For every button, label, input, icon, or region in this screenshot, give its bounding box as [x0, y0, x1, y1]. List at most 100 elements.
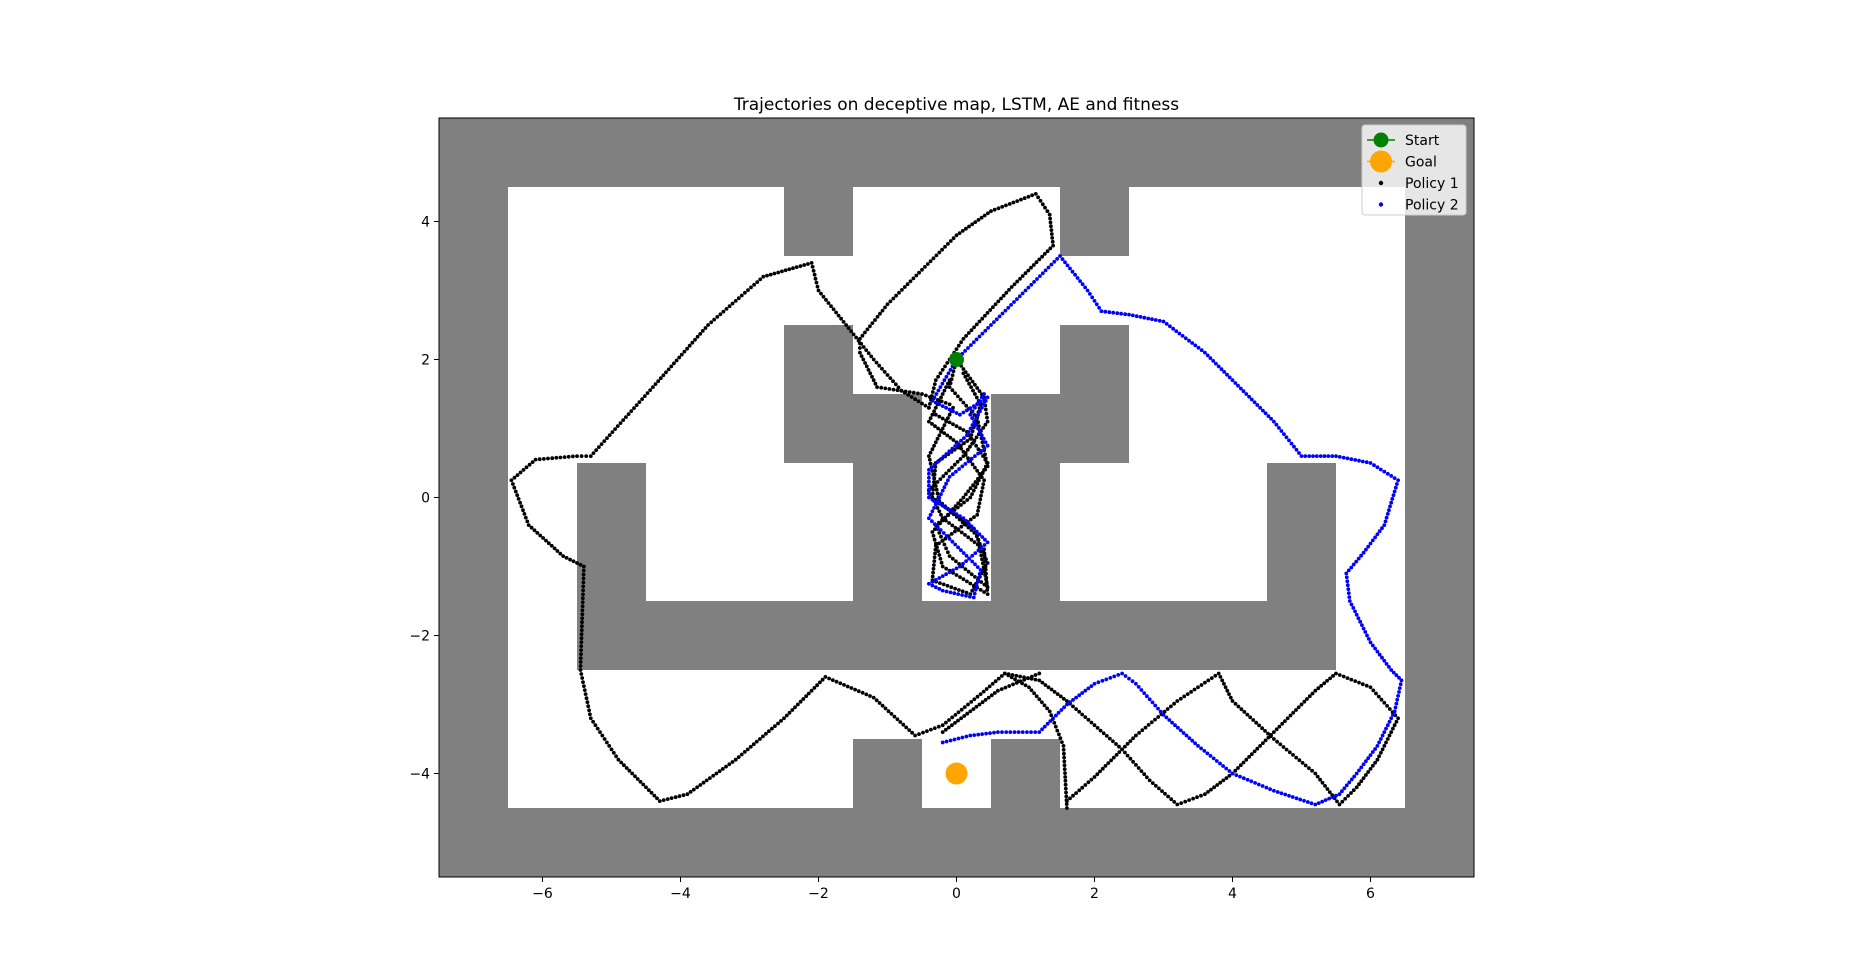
trajectory-point: [1006, 305, 1011, 310]
trajectory-point: [1166, 794, 1170, 799]
trajectory-point: [965, 447, 970, 452]
trajectory-point: [1033, 677, 1038, 682]
trajectory-point: [674, 358, 679, 363]
trajectory-point: [1296, 705, 1301, 710]
trajectory-point: [968, 581, 973, 586]
trajectory-point: [1059, 708, 1064, 712]
trajectory-point: [1221, 778, 1226, 783]
trajectory-point: [1012, 282, 1017, 287]
trajectory-point: [661, 798, 666, 802]
trajectory-point: [1125, 741, 1130, 746]
trajectory-point: [1007, 684, 1012, 688]
trajectory-point: [580, 624, 584, 629]
trajectory-point: [1216, 364, 1221, 369]
trajectory-point: [1294, 755, 1299, 760]
trajectory-point: [981, 436, 986, 441]
trajectory-point: [1088, 292, 1092, 296]
trajectory-point: [1062, 767, 1067, 772]
trajectory-point: [1327, 796, 1331, 801]
trajectory-point: [937, 399, 942, 403]
trajectory-point: [974, 337, 979, 342]
trajectory-point: [607, 744, 612, 748]
trajectory-point: [961, 449, 966, 454]
trajectory-point: [1022, 196, 1027, 201]
trajectory-point: [1203, 680, 1207, 685]
trajectory-point: [1359, 765, 1364, 770]
trajectory-point: [1061, 744, 1066, 748]
trajectory-point: [1092, 775, 1097, 779]
trajectory-point: [1147, 778, 1152, 783]
trajectory-point: [860, 690, 865, 695]
trajectory-point: [950, 446, 955, 451]
trajectory-point: [951, 422, 955, 427]
trajectory-point: [687, 343, 692, 348]
trajectory-point: [1209, 787, 1213, 792]
trajectory-point: [1356, 616, 1361, 621]
trajectory-point: [968, 412, 973, 417]
trajectory-point: [983, 313, 987, 318]
trajectory-point: [1284, 435, 1289, 440]
trajectory-point: [1007, 288, 1011, 292]
trajectory-point: [940, 416, 945, 421]
trajectory-point: [1074, 707, 1078, 711]
trajectory-point: [1299, 702, 1304, 707]
trajectory-point: [618, 421, 623, 425]
trajectory-point: [1224, 776, 1229, 780]
trajectory-point: [1046, 265, 1051, 270]
trajectory-point: [1377, 529, 1382, 534]
trajectory-point: [975, 402, 980, 407]
trajectory-point: [634, 403, 639, 407]
trajectory-point: [1391, 713, 1395, 717]
trajectory-point: [927, 491, 931, 496]
trajectory-point: [1323, 798, 1328, 802]
trajectory-point: [859, 354, 864, 358]
trajectory-point: [970, 553, 975, 558]
trajectory-point: [1128, 756, 1133, 761]
trajectory-point: [897, 290, 901, 295]
trajectory-point: [1138, 315, 1143, 319]
trajectory-point: [745, 747, 750, 752]
trajectory-point: [1225, 688, 1230, 693]
trajectory-point: [992, 730, 996, 735]
trajectory-point: [1353, 458, 1358, 462]
trajectory-point: [579, 672, 584, 676]
trajectory-point: [973, 220, 978, 225]
trajectory-point: [632, 406, 636, 410]
trajectory-point: [695, 334, 700, 339]
trajectory-point: [669, 364, 674, 369]
trajectory-point: [930, 390, 935, 394]
wall-block: [1060, 187, 1129, 256]
trajectory-point: [1219, 367, 1224, 372]
trajectory-point: [1051, 716, 1055, 721]
trajectory-point: [1203, 792, 1207, 797]
trajectory-point: [971, 440, 976, 445]
trajectory-point: [930, 574, 935, 579]
trajectory-point: [794, 265, 799, 269]
trajectory-point: [1062, 755, 1066, 760]
trajectory-point: [1370, 643, 1375, 648]
trajectory-point: [1098, 728, 1103, 733]
trajectory-point: [733, 757, 738, 762]
trajectory-point: [562, 455, 567, 459]
trajectory-point: [1385, 512, 1390, 516]
trajectory-point: [973, 392, 977, 396]
x-tick-label: 2: [1090, 886, 1099, 902]
trajectory-point: [947, 570, 952, 575]
trajectory-point: [953, 713, 958, 717]
trajectory-point: [1070, 269, 1075, 274]
trajectory-point: [1368, 461, 1373, 465]
trajectory-point: [591, 451, 596, 455]
trajectory-point: [709, 320, 714, 325]
trajectory-point: [959, 438, 963, 443]
trajectory-point: [1040, 727, 1044, 732]
trajectory-point: [1208, 356, 1213, 360]
legend-label: Goal: [1405, 155, 1437, 171]
trajectory-point: [925, 262, 930, 266]
trajectory-point: [1380, 733, 1385, 738]
trajectory-point: [979, 580, 984, 584]
trajectory-point: [1287, 750, 1292, 755]
trajectory-point: [1291, 753, 1295, 757]
trajectory-point: [1376, 694, 1381, 699]
trajectory-point: [949, 532, 954, 536]
trajectory-point: [1233, 381, 1238, 385]
